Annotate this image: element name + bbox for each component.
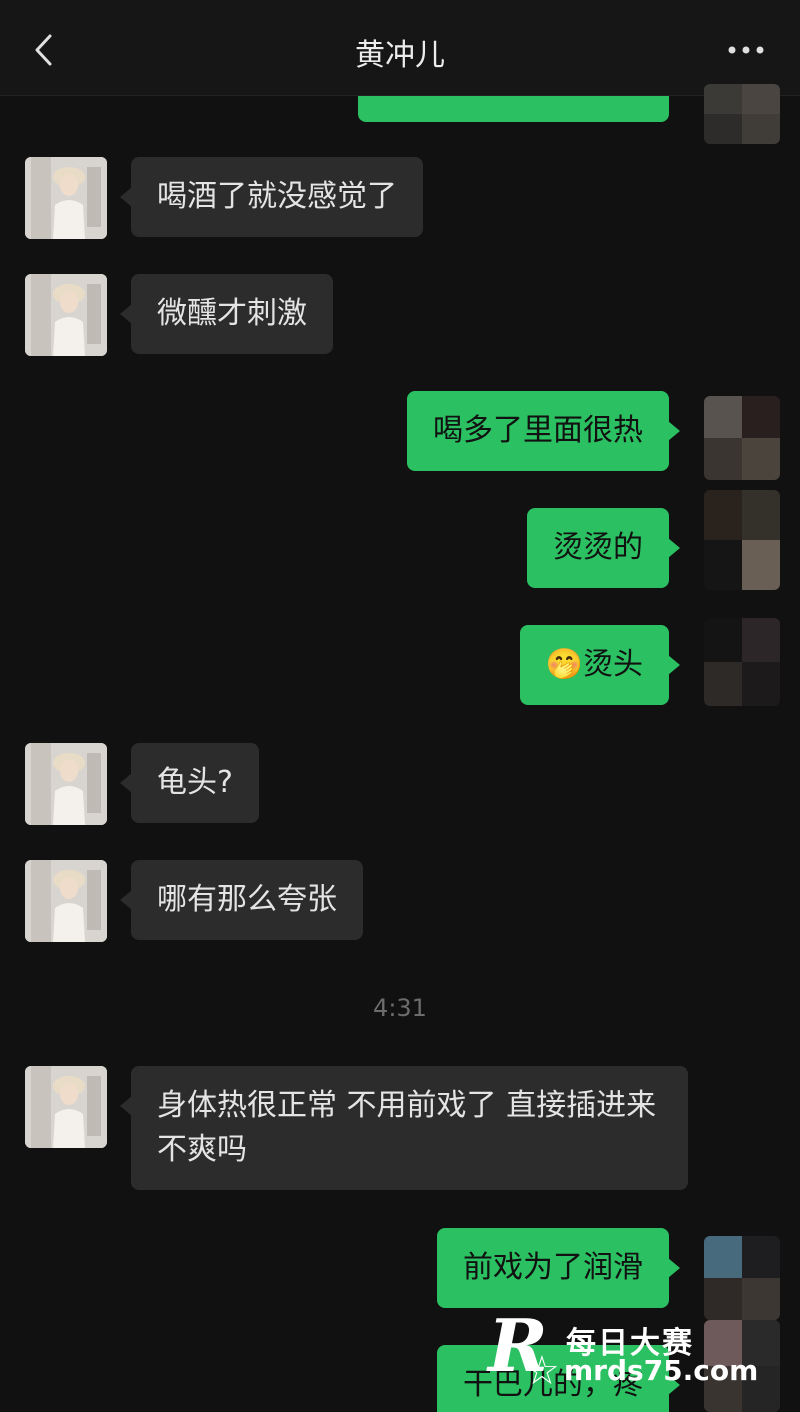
partial-message-bubble[interactable]	[358, 96, 669, 122]
chat-header: 黄冲儿	[0, 0, 800, 96]
contact-avatar-photo	[25, 860, 107, 942]
message-bubble[interactable]: 微醺才刺激	[120, 274, 333, 354]
contact-avatar-photo	[25, 157, 107, 239]
timestamp: 4:31	[373, 994, 427, 1022]
contact-avatar-photo	[25, 1066, 107, 1148]
chat-title: 黄冲儿	[355, 38, 445, 73]
message-bubble[interactable]: 哪有那么夸张	[120, 860, 363, 940]
contact-avatar[interactable]	[25, 157, 107, 239]
message-bubble[interactable]: 龟头?	[120, 743, 259, 823]
watermark-url: mrds75.com	[564, 1354, 759, 1387]
more-button[interactable]	[726, 36, 766, 64]
own-avatar-pixelated[interactable]	[704, 490, 780, 590]
contact-avatar[interactable]	[25, 743, 107, 825]
contact-avatar[interactable]	[25, 860, 107, 942]
more-dots-icon	[728, 46, 764, 54]
contact-avatar-photo	[25, 274, 107, 356]
watermark: R ☆ 每日大赛 mrds75.com	[458, 1296, 788, 1406]
contact-avatar[interactable]	[25, 1066, 107, 1148]
message-bubble[interactable]: 烫烫的	[527, 508, 680, 588]
own-avatar-pixelated[interactable]	[704, 396, 780, 480]
contact-avatar-photo	[25, 743, 107, 825]
own-avatar-pixelated[interactable]	[704, 618, 780, 706]
hand-over-mouth-emoji-icon: 🤭	[545, 647, 583, 682]
own-avatar-pixelated[interactable]	[704, 84, 780, 144]
message-bubble[interactable]: 喝酒了就没感觉了	[120, 157, 423, 237]
contact-avatar[interactable]	[25, 274, 107, 356]
star-icon: ☆	[524, 1348, 560, 1394]
message-text: 烫头	[583, 647, 643, 682]
message-bubble[interactable]: 喝多了里面很热	[407, 391, 680, 471]
message-bubble[interactable]: 🤭烫头	[519, 625, 681, 705]
message-bubble[interactable]: 身体热很正常 不用前戏了 直接插进来不爽吗	[120, 1066, 688, 1190]
